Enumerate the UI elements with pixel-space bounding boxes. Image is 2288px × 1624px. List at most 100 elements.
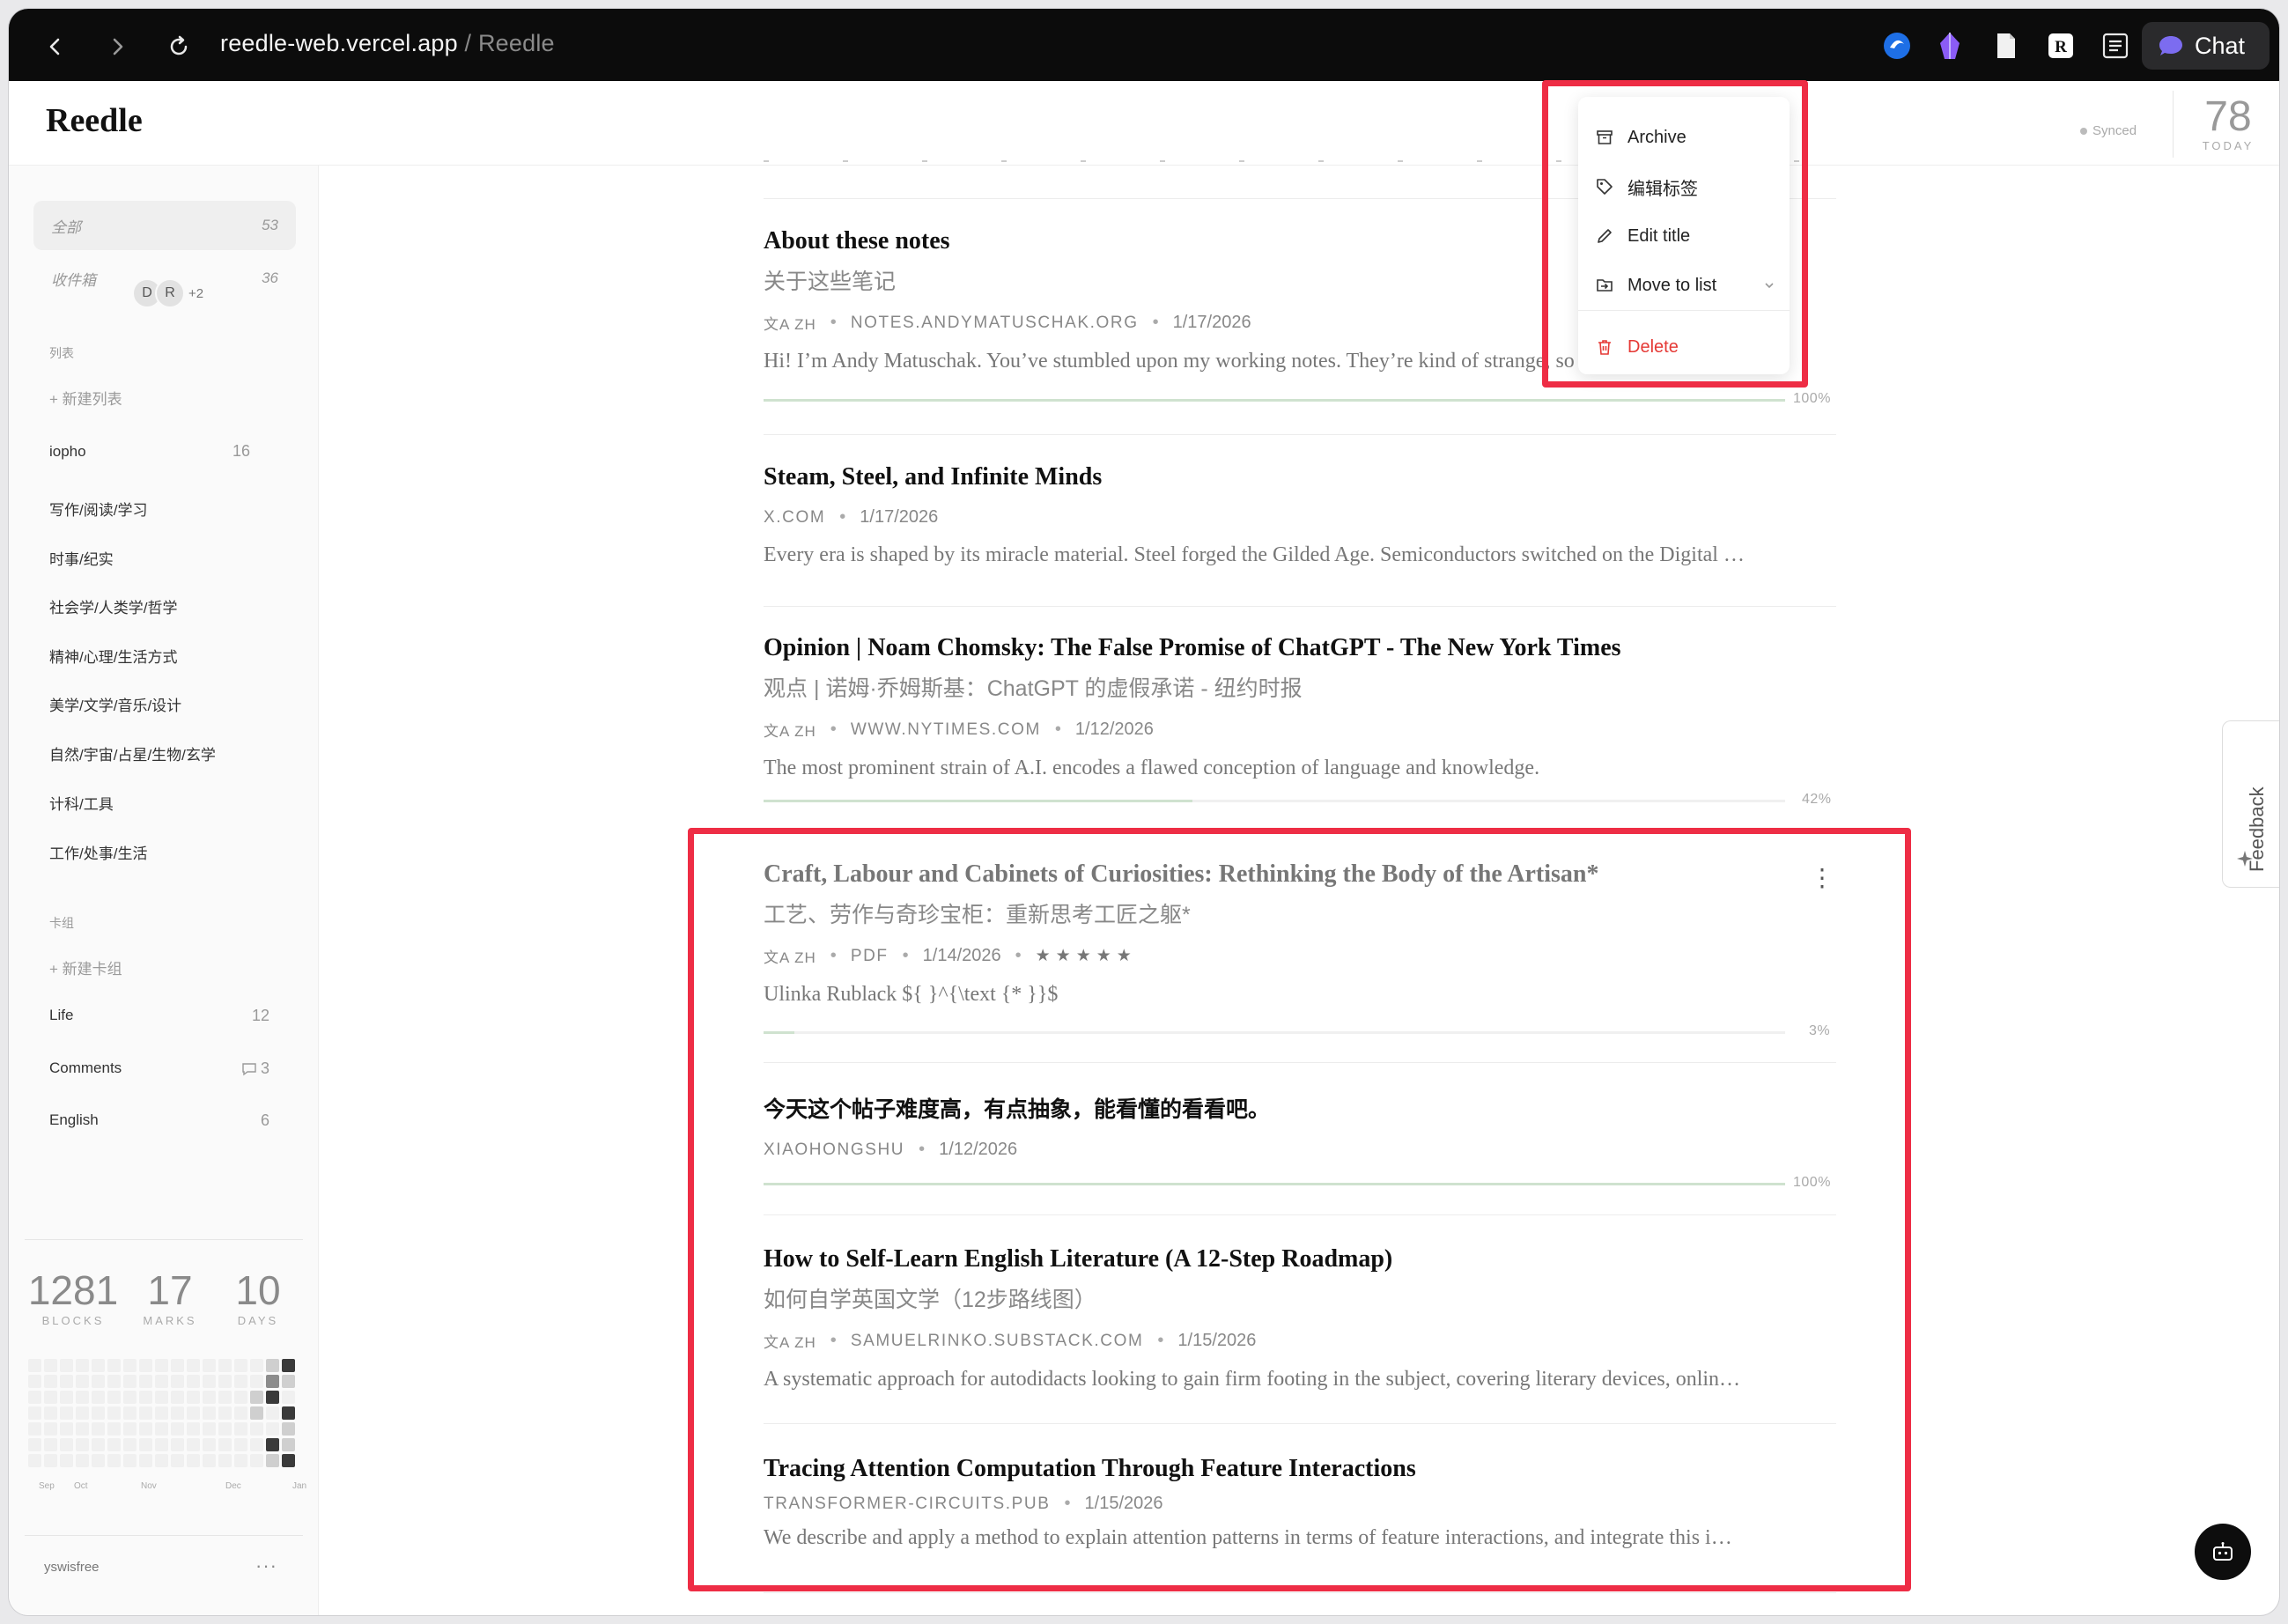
heatmap-cell — [250, 1375, 263, 1388]
app-logo[interactable]: Reedle — [46, 101, 143, 140]
heatmap-cell — [76, 1454, 89, 1467]
heatmap-cell — [155, 1422, 168, 1436]
list-item-label: 写作/阅读/学习 — [49, 502, 148, 519]
heatmap-cell — [282, 1422, 295, 1436]
article-title[interactable]: Steam, Steel, and Infinite Minds — [764, 463, 1836, 491]
browser-toolbar: reedle-web.vercel.app / Reedle R Chat — [9, 9, 2279, 81]
today-count: 78 — [2204, 93, 2252, 140]
heatmap-cell — [60, 1454, 73, 1467]
decks-section-title: 卡组 — [49, 916, 74, 930]
translate-lang: 文A ZH — [764, 723, 816, 740]
article-subtitle: 观点 | 诺姆·乔姆斯基：ChatGPT 的虚假承诺 - 纽约时报 — [764, 676, 1303, 701]
meta-dot: • — [830, 313, 837, 332]
heatmap-cell — [60, 1422, 73, 1436]
heatmap-cell — [76, 1438, 89, 1451]
heatmap-cell — [60, 1359, 73, 1372]
list-item[interactable]: 工作/处事/生活 — [49, 841, 269, 863]
heatmap-cell — [28, 1454, 41, 1467]
heatmap-cell — [203, 1391, 216, 1404]
robot-icon — [2213, 1542, 2233, 1561]
heatmap-cell — [123, 1422, 137, 1436]
assistant-bot-button[interactable] — [2195, 1524, 2251, 1580]
article-divider — [764, 1592, 1836, 1593]
list-item[interactable]: 精神/心理/生活方式 — [49, 645, 269, 667]
heatmap-cell — [92, 1375, 105, 1388]
article-source: WWW.NYTIMES.COM — [850, 720, 1041, 739]
chat-button[interactable]: Chat — [2142, 22, 2270, 70]
user-more-button[interactable]: ··· — [255, 1554, 277, 1577]
heatmap-cell — [28, 1438, 41, 1451]
heatmap-cell — [155, 1375, 168, 1388]
user-divider — [25, 1535, 303, 1536]
reload-button[interactable] — [157, 25, 201, 69]
header-vertical-divider — [2173, 91, 2174, 158]
article-desc: Every era is shaped by its miracle mater… — [764, 543, 1745, 566]
deck-item-english[interactable]: English 6 — [49, 1111, 269, 1130]
heatmap-cell — [218, 1359, 232, 1372]
heatmap-cell — [234, 1438, 247, 1451]
heatmap-cell — [187, 1422, 200, 1436]
new-list-button[interactable]: + 新建列表 — [49, 387, 122, 409]
article-date: 1/17/2026 — [1172, 313, 1251, 332]
forward-button[interactable] — [95, 25, 139, 69]
list-item[interactable]: 社会学/人类学/哲学 — [49, 595, 269, 617]
shared-members[interactable]: D R +2 — [132, 278, 203, 308]
extension-crystal-icon[interactable] — [1934, 30, 1966, 62]
stat-blocks: 1281 BLOCKS — [25, 1266, 122, 1327]
translate-lang: 文A ZH — [764, 316, 816, 333]
back-button[interactable] — [33, 25, 77, 69]
heatmap-cell — [250, 1422, 263, 1436]
deck-item-life[interactable]: Life 12 — [49, 1007, 269, 1025]
deck-label: English — [49, 1111, 99, 1128]
extension-globe-icon[interactable] — [1881, 30, 1913, 62]
list-item[interactable]: 计科/工具 — [49, 792, 269, 814]
new-deck-button[interactable]: + 新建卡组 — [49, 956, 122, 978]
heatmap-cell — [187, 1438, 200, 1451]
heatmap-cell — [155, 1391, 168, 1404]
heatmap-cell — [107, 1422, 121, 1436]
heatmap-cell — [187, 1406, 200, 1420]
heatmap-cell — [155, 1406, 168, 1420]
list-item-iopho[interactable]: iopho — [49, 443, 120, 461]
heatmap-cell — [107, 1375, 121, 1388]
heatmap-cell — [250, 1406, 263, 1420]
heatmap-cell — [266, 1359, 279, 1372]
deck-item-comments[interactable]: Comments 3 — [49, 1059, 269, 1078]
username[interactable]: yswisfree — [44, 1560, 100, 1575]
heatmap-cell — [250, 1359, 263, 1372]
article-date: 1/17/2026 — [860, 507, 939, 527]
reader-view-icon[interactable] — [2100, 30, 2131, 62]
extension-document-icon[interactable] — [1990, 30, 2022, 62]
heatmap-cell — [282, 1391, 295, 1404]
article-source: NOTES.ANDYMATUSCHAK.ORG — [850, 313, 1139, 332]
heatmap-cell — [123, 1359, 137, 1372]
extension-r-icon[interactable]: R — [2045, 30, 2077, 62]
heatmap-cell — [203, 1422, 216, 1436]
list-item[interactable]: 美学/文学/音乐/设计 — [49, 693, 269, 715]
heatmap-cell — [218, 1438, 232, 1451]
list-item[interactable]: 写作/阅读/学习 — [49, 498, 269, 520]
list-item[interactable]: 时事/纪实 — [49, 547, 269, 569]
reading-progress-bar — [764, 800, 1785, 802]
list-item[interactable]: 自然/宇宙/占星/生物/玄学 — [49, 742, 269, 764]
svg-text:R: R — [2055, 38, 2067, 56]
article-item[interactable]: Opinion | Noam Chomsky: The False Promis… — [764, 634, 1836, 780]
heatmap-cell — [187, 1359, 200, 1372]
heatmap-cell — [28, 1406, 41, 1420]
nav-all[interactable]: 全部 53 — [33, 201, 296, 250]
heatmap-cell — [92, 1406, 105, 1420]
heatmap-cell — [266, 1375, 279, 1388]
url-separator: / — [457, 30, 478, 56]
article-meta: X.COM • 1/17/2026 — [764, 507, 1836, 528]
heatmap-cell — [203, 1438, 216, 1451]
heatmap-cell — [203, 1375, 216, 1388]
heatmap-cell — [28, 1391, 41, 1404]
heatmap-cell — [28, 1375, 41, 1388]
heatmap-cell — [171, 1454, 184, 1467]
address-bar[interactable]: reedle-web.vercel.app / Reedle — [220, 30, 555, 57]
heatmap-cell — [44, 1406, 57, 1420]
article-item[interactable]: Steam, Steel, and Infinite Minds X.COM • … — [764, 463, 1836, 567]
heatmap-cell — [171, 1438, 184, 1451]
article-title[interactable]: Opinion | Noam Chomsky: The False Promis… — [764, 634, 1836, 662]
heatmap-cell — [44, 1438, 57, 1451]
